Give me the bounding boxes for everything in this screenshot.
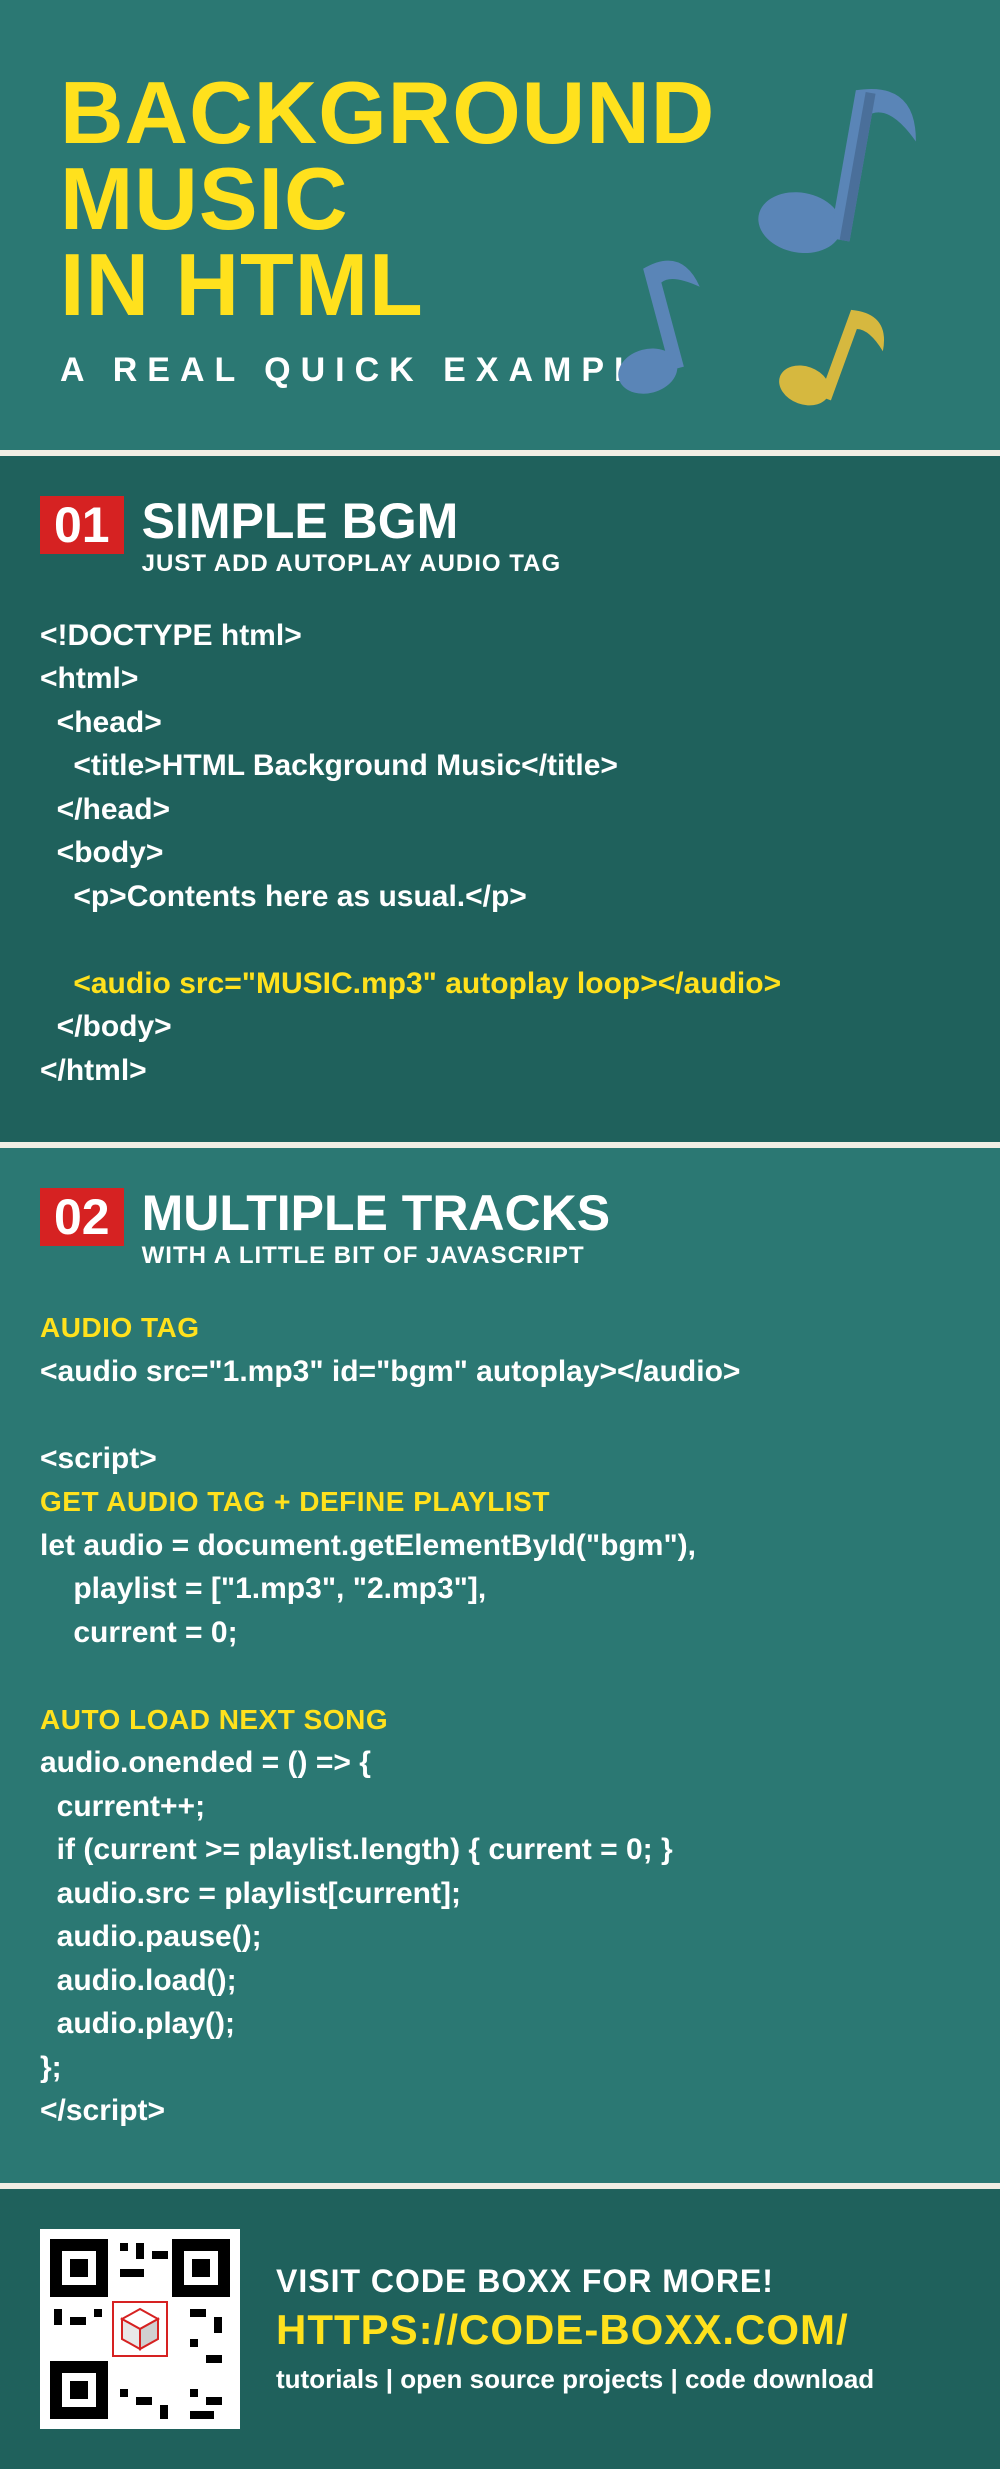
code-highlight: <audio src="MUSIC.mp3" autoplay loop></a… — [40, 967, 781, 1000]
code-post: </body> </html> — [40, 1010, 172, 1087]
infographic-page: BACKGROUND MUSIC IN HTML A REAL QUICK EX… — [0, 0, 1000, 2469]
section-head-2: 02 MULTIPLE TRACKS WITH A LITTLE BIT OF … — [40, 1188, 960, 1270]
code-audio-tag: <audio src="1.mp3" id="bgm" autoplay></a… — [40, 1355, 740, 1388]
footer-tags: tutorials | open source projects | code … — [276, 2364, 874, 2395]
code-auto-load: audio.onended = () => { current++; if (c… — [40, 1746, 673, 2127]
code-script-open: <script> — [40, 1442, 157, 1475]
code-block-1: <!DOCTYPE html> <html> <head> <title>HTM… — [40, 614, 960, 1093]
label-get-playlist: GET AUDIO TAG + DEFINE PLAYLIST — [40, 1486, 550, 1517]
section-title: MULTIPLE TRACKS — [142, 1188, 610, 1238]
section-head-1: 01 SIMPLE BGM JUST ADD AUTOPLAY AUDIO TA… — [40, 496, 960, 578]
footer-section: VISIT CODE BOXX FOR MORE! HTTPS://CODE-B… — [0, 2183, 1000, 2469]
section-title: SIMPLE BGM — [142, 496, 561, 546]
section-number-badge: 01 — [40, 496, 124, 554]
section-multiple-tracks: 02 MULTIPLE TRACKS WITH A LITTLE BIT OF … — [0, 1142, 1000, 2183]
label-audio-tag: AUDIO TAG — [40, 1312, 200, 1343]
footer-visit-text: VISIT CODE BOXX FOR MORE! — [276, 2263, 874, 2300]
main-subtitle: A REAL QUICK EXAMPLE — [60, 351, 940, 390]
code-pre: <!DOCTYPE html> <html> <head> <title>HTM… — [40, 619, 618, 913]
qr-cube-icon — [112, 2301, 168, 2357]
title-line-3: IN HTML — [60, 242, 940, 328]
main-title: BACKGROUND MUSIC IN HTML — [60, 70, 940, 329]
title-line-1: BACKGROUND — [60, 70, 940, 156]
section-subtitle: JUST ADD AUTOPLAY AUDIO TAG — [142, 550, 561, 578]
section-number-badge: 02 — [40, 1188, 124, 1246]
section-subtitle: WITH A LITTLE BIT OF JAVASCRIPT — [142, 1242, 610, 1270]
footer-url: HTTPS://CODE-BOXX.COM/ — [276, 2306, 874, 2354]
code-block-2: AUDIO TAG <audio src="1.mp3" id="bgm" au… — [40, 1306, 960, 2133]
qr-code — [40, 2229, 240, 2429]
footer-text-block: VISIT CODE BOXX FOR MORE! HTTPS://CODE-B… — [276, 2263, 874, 2395]
code-get-playlist: let audio = document.getElementById("bgm… — [40, 1529, 696, 1649]
label-auto-load: AUTO LOAD NEXT SONG — [40, 1704, 388, 1735]
header-section: BACKGROUND MUSIC IN HTML A REAL QUICK EX… — [0, 0, 1000, 450]
title-line-2: MUSIC — [60, 156, 940, 242]
section-simple-bgm: 01 SIMPLE BGM JUST ADD AUTOPLAY AUDIO TA… — [0, 450, 1000, 1143]
